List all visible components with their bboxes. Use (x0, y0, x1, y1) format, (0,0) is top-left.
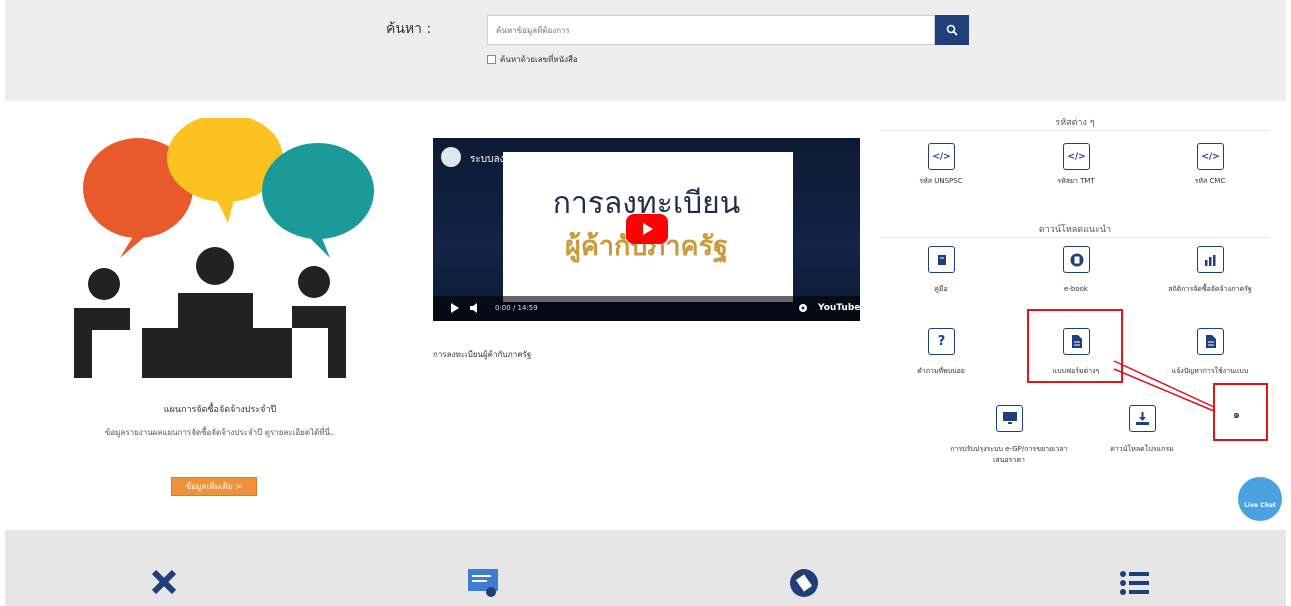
annotation-number: ๑ (1233, 408, 1240, 421)
code-icon: </> (932, 151, 951, 162)
tmt-code-label[interactable]: รหัสยา TMT (1016, 176, 1136, 187)
code-icon: </> (1201, 151, 1220, 162)
search-input[interactable] (487, 15, 935, 45)
video-play-small-icon[interactable] (450, 303, 460, 313)
certificate-icon[interactable] (467, 568, 499, 598)
volume-icon[interactable] (470, 303, 482, 313)
monitor-icon (1002, 412, 1017, 424)
settings-icon[interactable] (798, 303, 808, 313)
document-icon (1205, 335, 1216, 348)
video-time: 0:00 / 14:59 (495, 304, 538, 312)
cmc-code-label[interactable]: รหัส CMC (1150, 176, 1270, 187)
annotation-highlight-box (1027, 309, 1123, 383)
search-by-number-option[interactable]: ค้นหาด้วยเลขที่หนังสือ (487, 53, 578, 66)
system-update-label[interactable]: การปรับปรุงระบบ e-GP/การขยายเวลาเสนอราคา (949, 444, 1069, 466)
video-play-button[interactable] (626, 214, 668, 244)
faq-label[interactable]: คำถามที่พบบ่อย (881, 366, 1001, 377)
search-by-number-checkbox[interactable] (487, 55, 496, 64)
manual-button[interactable] (928, 246, 955, 273)
cmc-code-button[interactable]: </> (1197, 143, 1224, 170)
download-program-label[interactable]: ดาวน์โหลดโปรแกรม (1082, 444, 1202, 455)
channel-avatar (441, 147, 461, 167)
video-title[interactable]: ระบบลงทะเบียนผู้ค้ากับภาครัฐ (470, 152, 599, 167)
live-chat-label: Live Chat (1244, 501, 1276, 509)
unspsc-code-label[interactable]: รหัส UNSPSC (881, 176, 1001, 187)
live-chat-button[interactable]: Live Chat (1238, 477, 1282, 521)
downloads-heading: ดาวน์โหลดแนะนำ (1038, 225, 1112, 235)
statistics-label[interactable]: สถิติการจัดซื้อจัดจ้างภาครัฐ (1150, 284, 1270, 295)
plan-title: แผนการจัดซื้อจัดจ้างประจำปี (163, 405, 277, 415)
search-by-number-label: ค้นหาด้วยเลขที่หนังสือ (500, 55, 578, 64)
ebook-icon (1070, 253, 1083, 266)
plan-more-button[interactable]: ข้อมูลเพิ่มเติม > (171, 477, 257, 496)
speech-bubble-teal (262, 143, 374, 258)
manual-label[interactable]: คู่มือ (881, 284, 1001, 295)
book-icon (937, 254, 946, 265)
search-button[interactable] (935, 15, 969, 45)
statistics-button[interactable] (1197, 246, 1224, 273)
video-caption[interactable]: การลงทะเบียนผู้ค้ากับภาครัฐ (433, 348, 531, 361)
code-icon: </> (1067, 151, 1086, 162)
list-icon[interactable] (1120, 570, 1150, 596)
codes-divider (880, 130, 1270, 131)
annotation-number-box (1213, 383, 1268, 441)
youtube-logo[interactable]: YouTube (818, 303, 860, 313)
close-icon[interactable] (150, 568, 178, 596)
codes-heading: รหัสต่าง ๆ (1055, 118, 1095, 128)
question-icon: ? (937, 334, 946, 349)
plan-description[interactable]: ข้อมูลรายงานผลแผนการจัดซื้อจัดจ้างประจำป… (30, 426, 410, 439)
annotation-arrow (1113, 360, 1215, 412)
search-label: ค้นหา : (386, 21, 432, 37)
system-update-button[interactable] (996, 405, 1023, 432)
ebook-label[interactable]: e-book (1016, 284, 1136, 295)
play-icon (643, 223, 653, 235)
bottom-menu-band (5, 530, 1286, 606)
procurement-plan-illustration (74, 118, 374, 378)
downloads-divider (880, 237, 1270, 238)
chart-icon (1204, 254, 1215, 266)
people-at-table (74, 247, 346, 378)
ebook-button[interactable] (1063, 246, 1090, 273)
unspsc-code-button[interactable]: </> (928, 143, 955, 170)
tmt-code-button[interactable]: </> (1063, 143, 1090, 170)
faq-button[interactable]: ? (928, 328, 955, 355)
price-tag-icon[interactable] (789, 568, 819, 598)
report-problem-button[interactable] (1197, 328, 1224, 355)
search-icon (946, 24, 958, 36)
